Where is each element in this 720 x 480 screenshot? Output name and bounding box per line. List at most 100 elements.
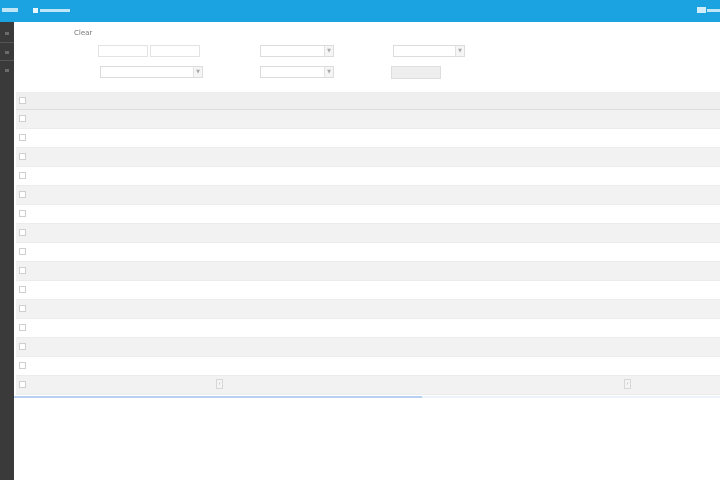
table-cell	[602, 148, 694, 166]
table-cell	[602, 167, 694, 185]
column-header[interactable]	[32, 92, 142, 109]
row-checkbox[interactable]	[19, 248, 26, 255]
table-cell	[696, 319, 720, 337]
table-cell	[32, 338, 142, 356]
table-row[interactable]	[16, 319, 720, 338]
table-row[interactable]	[16, 224, 720, 243]
table-row[interactable]	[16, 300, 720, 319]
table-row[interactable]	[16, 281, 720, 300]
row-checkbox[interactable]	[19, 267, 26, 274]
table-cell	[32, 224, 142, 242]
table-cell	[602, 205, 694, 223]
filter-select[interactable]: ▼	[260, 45, 334, 57]
row-checkbox[interactable]	[19, 210, 26, 217]
table-cell	[278, 338, 438, 356]
table-cell	[150, 167, 270, 185]
column-header[interactable]	[150, 92, 270, 109]
table-cell	[696, 186, 720, 204]
table-cell	[278, 148, 438, 166]
table-row[interactable]	[16, 338, 720, 357]
table-cell	[278, 300, 438, 318]
table-cell	[446, 205, 538, 223]
table-cell	[150, 338, 270, 356]
row-checkbox[interactable]	[19, 305, 26, 312]
data-table	[16, 92, 720, 395]
filter-label	[68, 67, 98, 77]
table-cell	[32, 167, 142, 185]
menu-icon[interactable]	[5, 51, 9, 54]
table-cell	[150, 281, 270, 299]
table-cell	[696, 338, 720, 356]
next-page-button[interactable]: ›	[624, 379, 631, 389]
row-checkbox[interactable]	[19, 134, 26, 141]
table-cell	[602, 357, 694, 375]
table-row[interactable]	[16, 129, 720, 148]
user-icon[interactable]	[697, 7, 706, 13]
row-checkbox[interactable]	[19, 229, 26, 236]
table-cell	[150, 129, 270, 147]
table-cell	[150, 319, 270, 337]
table-cell	[602, 129, 694, 147]
column-header[interactable]	[696, 92, 720, 109]
table-cell	[32, 148, 142, 166]
nav-tab[interactable]	[33, 7, 70, 14]
table-cell	[32, 110, 142, 128]
filter-label	[345, 46, 391, 56]
table-cell	[602, 262, 694, 280]
table-cell	[32, 186, 142, 204]
table-row[interactable]	[16, 148, 720, 167]
table-cell	[696, 129, 720, 147]
table-cell	[540, 205, 600, 223]
table-cell	[32, 262, 142, 280]
table-cell	[540, 300, 600, 318]
column-header[interactable]	[602, 92, 694, 109]
row-checkbox[interactable]	[19, 286, 26, 293]
row-checkbox[interactable]	[19, 324, 26, 331]
select-all-checkbox[interactable]	[19, 97, 26, 104]
column-header[interactable]	[278, 92, 438, 109]
filter-input-to[interactable]	[150, 45, 200, 57]
table-cell	[696, 243, 720, 261]
prev-page-button[interactable]: ‹	[216, 379, 223, 389]
table-cell	[540, 148, 600, 166]
table-row[interactable]	[16, 243, 720, 262]
table-row[interactable]	[16, 262, 720, 281]
menu-icon[interactable]	[5, 69, 9, 72]
scrollbar-thumb[interactable]	[14, 396, 422, 398]
filter-select[interactable]: ▼	[393, 45, 465, 57]
chevron-down-icon: ▼	[324, 46, 333, 56]
table-cell	[32, 300, 142, 318]
row-checkbox[interactable]	[19, 362, 26, 369]
filter-select[interactable]: ▼	[100, 66, 203, 78]
table-row[interactable]	[16, 186, 720, 205]
user-label[interactable]	[707, 9, 720, 12]
column-header[interactable]	[446, 92, 538, 109]
row-checkbox[interactable]	[19, 153, 26, 160]
filter-select[interactable]: ▼	[260, 66, 334, 78]
table-row[interactable]	[16, 167, 720, 186]
row-checkbox[interactable]	[19, 191, 26, 198]
row-checkbox[interactable]	[19, 115, 26, 122]
table-cell	[540, 224, 600, 242]
filter-panel: Clear ▼ ▼ ▼ ▼	[14, 22, 720, 94]
table-cell	[540, 243, 600, 261]
row-checkbox[interactable]	[19, 343, 26, 350]
horizontal-scrollbar[interactable]	[14, 396, 720, 398]
search-button[interactable]	[391, 66, 441, 79]
row-checkbox[interactable]	[19, 172, 26, 179]
clear-button[interactable]: Clear	[74, 29, 92, 38]
table-cell	[696, 148, 720, 166]
table-cell	[150, 224, 270, 242]
table-cell	[696, 110, 720, 128]
table-cell	[150, 243, 270, 261]
column-header[interactable]	[540, 92, 600, 109]
table-cell	[602, 300, 694, 318]
menu-icon[interactable]	[5, 32, 9, 35]
table-body	[16, 110, 720, 395]
table-cell	[278, 262, 438, 280]
table-cell	[150, 300, 270, 318]
table-cell	[150, 110, 270, 128]
table-row[interactable]	[16, 205, 720, 224]
table-row[interactable]	[16, 110, 720, 129]
filter-input-from[interactable]	[98, 45, 148, 57]
